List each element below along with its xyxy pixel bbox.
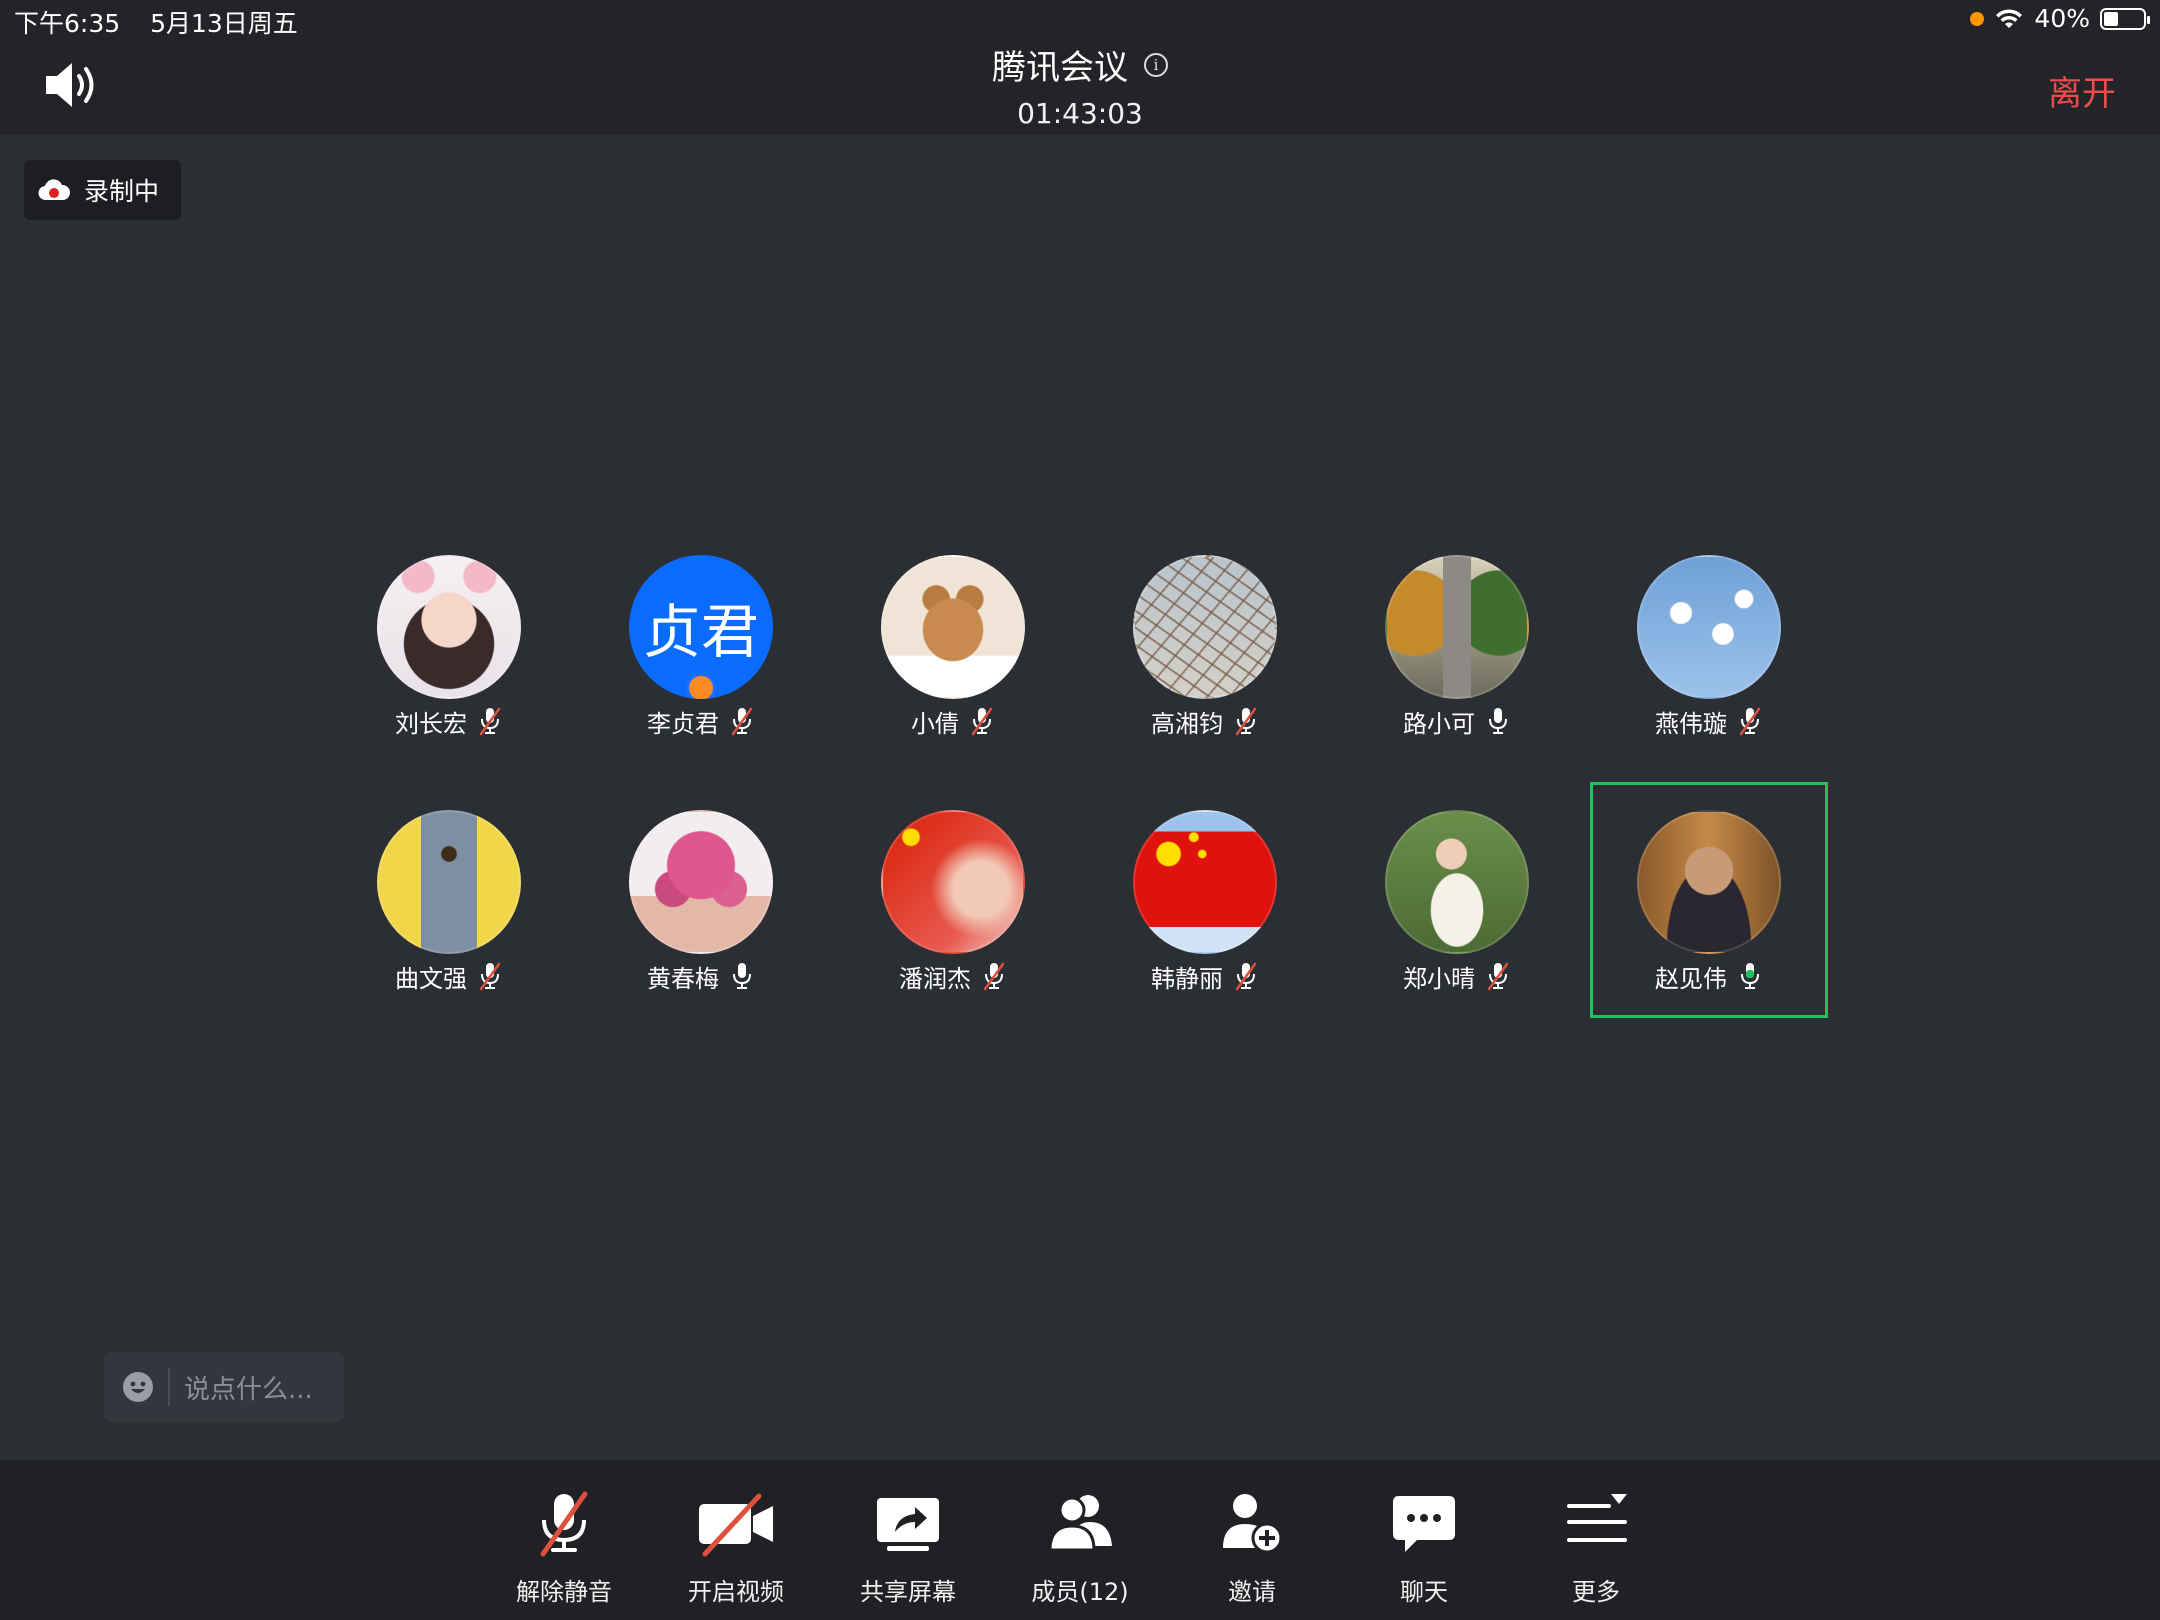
meeting-title-text: 腾讯会议 bbox=[992, 48, 1128, 88]
emoji-icon[interactable] bbox=[122, 1371, 154, 1403]
share-screen-label: 共享屏幕 bbox=[860, 1578, 956, 1606]
participant-tile[interactable]: 高湘钧 bbox=[1105, 555, 1305, 738]
participant-name: 韩静丽 bbox=[1151, 964, 1223, 993]
participant-name: 路小可 bbox=[1403, 709, 1475, 738]
bottom-toolbar: 解除静音 开启视频 共享屏幕 成员(12) 邀请 聊天 更多 bbox=[0, 1460, 2160, 1620]
participant-name-row: 路小可 bbox=[1357, 705, 1557, 738]
microphone-muted-icon bbox=[1233, 961, 1259, 991]
status-date: 5月13日周五 bbox=[150, 9, 298, 38]
participant-name: 燕伟璇 bbox=[1655, 709, 1727, 738]
participant-name: 高湘钧 bbox=[1151, 709, 1223, 738]
chat-input[interactable]: 说点什么... bbox=[104, 1352, 344, 1422]
invite-button[interactable]: 邀请 bbox=[1177, 1488, 1327, 1607]
microphone-muted-icon bbox=[1737, 706, 1763, 736]
status-bar: 下午6:35 5月13日周五 40% bbox=[0, 0, 2160, 40]
participant-name-row: 高湘钧 bbox=[1105, 705, 1305, 738]
unmute-button[interactable]: 解除静音 bbox=[489, 1488, 639, 1607]
active-speaker-frame bbox=[1590, 782, 1828, 1018]
host-badge-icon bbox=[686, 673, 716, 699]
avatar bbox=[377, 555, 521, 699]
video-off-icon bbox=[699, 1493, 773, 1557]
share-screen-icon bbox=[877, 1498, 939, 1551]
microphone-muted-icon bbox=[540, 1491, 588, 1557]
avatar bbox=[881, 555, 1025, 699]
more-label: 更多 bbox=[1572, 1578, 1620, 1606]
microphone-muted-icon bbox=[477, 961, 503, 991]
avatar bbox=[881, 810, 1025, 954]
participant-name: 李贞君 bbox=[647, 709, 719, 738]
microphone-muted-icon bbox=[729, 706, 755, 736]
participant-name: 郑小晴 bbox=[1403, 964, 1475, 993]
avatar bbox=[1385, 810, 1529, 954]
members-button[interactable]: 成员(12) bbox=[1005, 1488, 1155, 1607]
avatar: 贞君 bbox=[629, 555, 773, 699]
participant-tile[interactable]: 潘润杰 bbox=[853, 810, 1053, 993]
chat-label: 聊天 bbox=[1400, 1578, 1448, 1606]
unmute-label: 解除静音 bbox=[516, 1578, 612, 1606]
microphone-icon bbox=[1485, 706, 1511, 736]
participant-tile[interactable]: 小倩 bbox=[853, 555, 1053, 738]
participant-name-row: 韩静丽 bbox=[1105, 960, 1305, 993]
meeting-header: 下午6:35 5月13日周五 40% 腾讯会议 i 01:43:03 离开 bbox=[0, 0, 2160, 135]
chat-bubble-icon bbox=[1393, 1496, 1455, 1552]
participant-tile[interactable]: 刘长宏 bbox=[349, 555, 549, 738]
participant-name: 黄春梅 bbox=[647, 964, 719, 993]
participant-tile[interactable]: 贞君李贞君 bbox=[601, 555, 801, 738]
participant-tile[interactable]: 燕伟璇 bbox=[1609, 555, 1809, 738]
microphone-muted-icon bbox=[1233, 706, 1259, 736]
avatar bbox=[629, 810, 773, 954]
microphone-muted-icon bbox=[981, 961, 1007, 991]
participant-name: 曲文强 bbox=[395, 964, 467, 993]
participant-tile[interactable]: 路小可 bbox=[1357, 555, 1557, 738]
invite-label: 邀请 bbox=[1228, 1578, 1276, 1606]
participant-tile[interactable]: 韩静丽 bbox=[1105, 810, 1305, 993]
more-button[interactable]: 更多 bbox=[1521, 1488, 1671, 1607]
avatar bbox=[1133, 555, 1277, 699]
avatar bbox=[1133, 810, 1277, 954]
share-screen-button[interactable]: 共享屏幕 bbox=[833, 1488, 983, 1607]
cloud-recording-icon bbox=[38, 179, 70, 201]
recording-label: 录制中 bbox=[84, 177, 160, 206]
chat-placeholder: 说点什么... bbox=[184, 1374, 313, 1405]
chat-divider bbox=[168, 1368, 170, 1406]
microphone-icon bbox=[729, 961, 755, 991]
status-time: 下午6:35 bbox=[14, 9, 121, 38]
meeting-title: 腾讯会议 i bbox=[992, 40, 1168, 89]
avatar bbox=[1637, 555, 1781, 699]
participant-name-row: 郑小晴 bbox=[1357, 960, 1557, 993]
battery-icon bbox=[2100, 7, 2150, 30]
chat-button[interactable]: 聊天 bbox=[1349, 1488, 1499, 1607]
participant-name: 小倩 bbox=[911, 709, 959, 738]
battery-percent: 40% bbox=[2034, 4, 2090, 33]
leave-button[interactable]: 离开 bbox=[2048, 66, 2116, 115]
info-icon[interactable]: i bbox=[1144, 52, 1168, 77]
wifi-icon bbox=[1996, 8, 2023, 28]
participant-name-row: 刘长宏 bbox=[349, 705, 549, 738]
participant-name: 刘长宏 bbox=[395, 709, 467, 738]
participant-name-row: 黄春梅 bbox=[601, 960, 801, 993]
participant-tile[interactable]: 黄春梅 bbox=[601, 810, 801, 993]
participant-name-row: 小倩 bbox=[853, 705, 1053, 738]
microphone-muted-icon bbox=[477, 706, 503, 736]
meeting-timer: 01:43:03 bbox=[1017, 97, 1143, 130]
more-menu-icon bbox=[1567, 1494, 1627, 1542]
start-video-label: 开启视频 bbox=[688, 1578, 784, 1606]
avatar bbox=[1385, 555, 1529, 699]
participant-name-row: 潘润杰 bbox=[853, 960, 1053, 993]
start-video-button[interactable]: 开启视频 bbox=[661, 1488, 811, 1607]
participant-name-row: 曲文强 bbox=[349, 960, 549, 993]
recording-badge[interactable]: 录制中 bbox=[24, 160, 182, 220]
participant-tile[interactable]: 曲文强 bbox=[349, 810, 549, 993]
microphone-muted-icon bbox=[969, 706, 995, 736]
microphone-muted-icon bbox=[1485, 961, 1511, 991]
members-label: 成员(12) bbox=[1031, 1578, 1129, 1606]
participant-name-row: 燕伟璇 bbox=[1609, 705, 1809, 738]
participant-name-row: 李贞君 bbox=[601, 705, 801, 738]
add-user-icon bbox=[1223, 1494, 1283, 1554]
participant-tile[interactable]: 郑小晴 bbox=[1357, 810, 1557, 993]
members-icon bbox=[1048, 1495, 1112, 1552]
participant-name: 潘润杰 bbox=[899, 964, 971, 993]
avatar bbox=[377, 810, 521, 954]
privacy-indicator-dot bbox=[1970, 11, 1985, 26]
